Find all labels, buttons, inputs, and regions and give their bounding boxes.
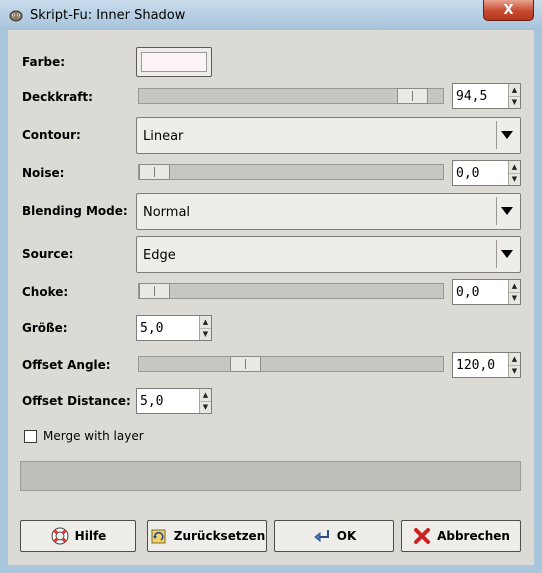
groesse-spinbutton[interactable]: 5,0 ▲ ▼: [136, 315, 212, 341]
groesse-spin-buttons[interactable]: ▲ ▼: [199, 316, 211, 340]
blending-mode-value: Normal: [143, 205, 191, 220]
noise-slider-thumb[interactable]: [139, 164, 170, 180]
choke-slider-thumb[interactable]: [139, 283, 170, 299]
gimp-icon: [9, 10, 23, 22]
offset-angle-slider[interactable]: [138, 356, 444, 372]
color-button[interactable]: [136, 47, 212, 77]
source-value: Edge: [143, 248, 176, 263]
deckkraft-slider[interactable]: [138, 88, 444, 104]
help-button[interactable]: Hilfe: [20, 520, 136, 552]
deckkraft-value[interactable]: 94,5: [456, 89, 487, 104]
deckkraft-spin-buttons[interactable]: ▲ ▼: [508, 84, 520, 108]
merge-checkbox[interactable]: [24, 430, 37, 443]
title-bar[interactable]: Skript-Fu: Inner Shadow X: [0, 0, 542, 30]
offset-angle-spin-buttons[interactable]: ▲ ▼: [508, 353, 520, 377]
spin-down-icon[interactable]: ▼: [509, 173, 520, 185]
help-button-label: Hilfe: [74, 529, 107, 543]
offset-angle-spinbutton[interactable]: 120,0 ▲ ▼: [452, 352, 521, 378]
ok-arrow-icon: [313, 530, 329, 543]
cancel-button[interactable]: Abbrechen: [401, 520, 521, 552]
groesse-label: Größe:: [22, 321, 68, 335]
spin-down-icon[interactable]: ▼: [509, 365, 520, 377]
offset-angle-value[interactable]: 120,0: [456, 358, 495, 373]
noise-value[interactable]: 0,0: [456, 166, 479, 181]
source-combo[interactable]: Edge: [136, 236, 521, 273]
close-icon: X: [503, 2, 514, 18]
combo-separator: [496, 197, 497, 225]
close-button[interactable]: X: [483, 0, 534, 21]
dialog-window: Skript-Fu: Inner Shadow X Farbe: Deckkra…: [0, 0, 542, 573]
offset-distance-spin-buttons[interactable]: ▲ ▼: [199, 389, 211, 413]
spin-down-icon[interactable]: ▼: [200, 328, 211, 340]
cancel-x-icon: [414, 528, 431, 544]
contour-combo[interactable]: Linear: [136, 117, 521, 154]
chevron-down-icon[interactable]: [501, 131, 513, 139]
choke-spinbutton[interactable]: 0,0 ▲ ▼: [452, 279, 521, 305]
lifebuoy-icon: [51, 527, 69, 545]
offset-distance-value[interactable]: 5,0: [140, 394, 163, 409]
noise-spinbutton[interactable]: 0,0 ▲ ▼: [452, 160, 521, 186]
ok-button-label: OK: [336, 529, 357, 543]
window-title: Skript-Fu: Inner Shadow: [30, 8, 186, 23]
progress-bar: [20, 461, 521, 491]
dialog-body: Farbe: Deckkraft: 94,5 ▲ ▼ Contour: Line…: [8, 30, 534, 565]
deckkraft-label: Deckkraft:: [22, 90, 93, 104]
noise-slider[interactable]: [138, 164, 444, 180]
offset-distance-spinbutton[interactable]: 5,0 ▲ ▼: [136, 388, 212, 414]
contour-value: Linear: [143, 129, 184, 144]
color-swatch: [141, 52, 207, 72]
merge-label[interactable]: Merge with layer: [43, 429, 144, 443]
choke-slider[interactable]: [138, 283, 444, 299]
combo-separator: [496, 240, 497, 268]
deckkraft-slider-thumb[interactable]: [397, 88, 428, 104]
reset-button-label: Zurücksetzen: [173, 529, 266, 543]
choke-label: Choke:: [22, 285, 69, 299]
choke-value[interactable]: 0,0: [456, 285, 479, 300]
farbe-label: Farbe:: [22, 55, 66, 69]
choke-spin-buttons[interactable]: ▲ ▼: [508, 280, 520, 304]
groesse-value[interactable]: 5,0: [140, 321, 163, 336]
combo-separator: [496, 121, 497, 149]
contour-label: Contour:: [22, 128, 81, 142]
source-label: Source:: [22, 247, 74, 261]
offset-distance-label: Offset Distance:: [22, 394, 131, 408]
reset-icon: [151, 529, 166, 544]
noise-label: Noise:: [22, 166, 65, 180]
spin-down-icon[interactable]: ▼: [509, 96, 520, 108]
chevron-down-icon[interactable]: [501, 207, 513, 215]
offset-angle-slider-thumb[interactable]: [230, 356, 261, 372]
chevron-down-icon[interactable]: [501, 250, 513, 258]
deckkraft-spinbutton[interactable]: 94,5 ▲ ▼: [452, 83, 521, 109]
cancel-button-label: Abbrechen: [437, 529, 510, 543]
blending-mode-label: Blending Mode:: [22, 204, 128, 218]
offset-angle-label: Offset Angle:: [22, 358, 111, 372]
spin-down-icon[interactable]: ▼: [200, 401, 211, 413]
blending-mode-combo[interactable]: Normal: [136, 193, 521, 230]
noise-spin-buttons[interactable]: ▲ ▼: [508, 161, 520, 185]
reset-button[interactable]: Zurücksetzen: [147, 520, 267, 552]
spin-down-icon[interactable]: ▼: [509, 292, 520, 304]
ok-button[interactable]: OK: [274, 520, 394, 552]
